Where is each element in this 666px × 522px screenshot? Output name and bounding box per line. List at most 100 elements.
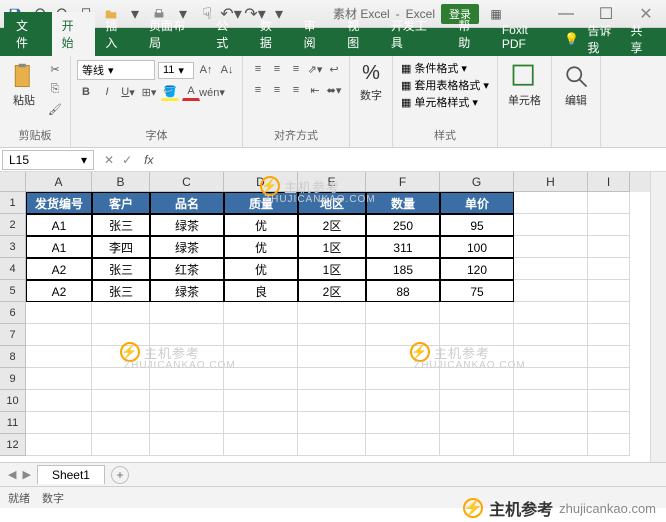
cell[interactable]: 绿茶 [150, 214, 224, 236]
name-box[interactable]: L15▾ [2, 150, 94, 170]
number-format-button[interactable]: % 数字 [356, 60, 386, 105]
cell[interactable]: A2 [26, 280, 92, 302]
cell[interactable] [26, 434, 92, 456]
cell[interactable] [514, 258, 588, 280]
cell[interactable] [26, 412, 92, 434]
cell[interactable] [588, 412, 630, 434]
tab-foxit[interactable]: Foxit PDF [492, 18, 565, 56]
cell[interactable] [514, 390, 588, 412]
cell[interactable] [92, 302, 150, 324]
cell[interactable] [588, 368, 630, 390]
cell[interactable]: 良 [224, 280, 298, 302]
paste-button[interactable]: 粘贴 [6, 60, 42, 110]
cell[interactable] [440, 412, 514, 434]
row-header[interactable]: 11 [0, 412, 26, 434]
cell[interactable] [150, 434, 224, 456]
cell[interactable]: 数量 [366, 192, 440, 214]
cell[interactable]: 地区 [298, 192, 366, 214]
cell[interactable] [514, 368, 588, 390]
cell[interactable]: 120 [440, 258, 514, 280]
editing-button[interactable]: 编辑 [558, 60, 594, 110]
cell[interactable] [440, 346, 514, 368]
cell[interactable] [588, 258, 630, 280]
confirm-formula-icon[interactable]: ✓ [122, 153, 132, 167]
cell[interactable] [514, 324, 588, 346]
cell[interactable]: 1区 [298, 236, 366, 258]
cell[interactable] [588, 346, 630, 368]
cell[interactable] [440, 302, 514, 324]
cell[interactable]: A2 [26, 258, 92, 280]
tell-me[interactable]: 告诉我 [587, 22, 622, 56]
cell[interactable]: 100 [440, 236, 514, 258]
cell[interactable] [92, 390, 150, 412]
conditional-format-button[interactable]: ▦条件格式▾ [399, 60, 491, 76]
cell[interactable]: A1 [26, 236, 92, 258]
cell[interactable]: 发货编号 [26, 192, 92, 214]
sheet-nav-prev-icon[interactable]: ◀ [8, 468, 16, 481]
cell[interactable] [366, 412, 440, 434]
cell[interactable] [298, 302, 366, 324]
row-header[interactable]: 12 [0, 434, 26, 456]
cell[interactable] [440, 390, 514, 412]
cell[interactable]: 张三 [92, 258, 150, 280]
cell[interactable] [26, 390, 92, 412]
cell[interactable]: 单价 [440, 192, 514, 214]
fx-icon[interactable]: fx [140, 153, 157, 167]
tab-view[interactable]: 视图 [337, 12, 381, 56]
cell[interactable] [224, 368, 298, 390]
tab-home[interactable]: 开始 [52, 12, 96, 56]
cell[interactable]: 绿茶 [150, 236, 224, 258]
bold-icon[interactable]: B [77, 83, 95, 101]
cell[interactable] [366, 302, 440, 324]
cells-button[interactable]: 单元格 [504, 60, 545, 110]
underline-icon[interactable]: U▾ [119, 83, 137, 101]
cell[interactable] [224, 346, 298, 368]
cell[interactable] [298, 324, 366, 346]
spreadsheet-grid[interactable]: ABCDEFGHI 1发货编号客户品名质量地区数量单价2A1张三绿茶优2区250… [0, 172, 666, 462]
grow-font-icon[interactable]: A↑ [197, 61, 215, 79]
cell[interactable] [298, 412, 366, 434]
cancel-formula-icon[interactable]: ✕ [104, 153, 114, 167]
row-header[interactable]: 5 [0, 280, 26, 302]
align-mid-icon[interactable]: ≡ [268, 60, 286, 78]
row-header[interactable]: 3 [0, 236, 26, 258]
select-all-corner[interactable] [0, 172, 26, 192]
fill-color-icon[interactable]: 🪣 [161, 83, 179, 101]
tab-insert[interactable]: 插入 [95, 12, 139, 56]
cell[interactable] [366, 368, 440, 390]
cell[interactable] [224, 324, 298, 346]
col-header[interactable]: I [588, 172, 630, 192]
cell[interactable]: 优 [224, 236, 298, 258]
row-header[interactable]: 9 [0, 368, 26, 390]
cell[interactable] [440, 324, 514, 346]
cell[interactable]: 品名 [150, 192, 224, 214]
cell[interactable] [150, 368, 224, 390]
tab-formula[interactable]: 公式 [206, 12, 250, 56]
align-top-icon[interactable]: ≡ [249, 60, 267, 78]
italic-icon[interactable]: I [98, 83, 116, 101]
cell[interactable] [588, 302, 630, 324]
cell[interactable] [298, 390, 366, 412]
cell[interactable] [26, 346, 92, 368]
tab-review[interactable]: 审阅 [294, 12, 338, 56]
cell[interactable] [224, 302, 298, 324]
vertical-scrollbar[interactable] [650, 172, 666, 462]
merge-icon[interactable]: ⬌▾ [325, 81, 343, 99]
col-header[interactable]: D [224, 172, 298, 192]
cell[interactable]: 250 [366, 214, 440, 236]
cell[interactable] [514, 412, 588, 434]
cut-icon[interactable]: ✂ [46, 60, 64, 78]
cell[interactable]: 2区 [298, 280, 366, 302]
row-header[interactable]: 2 [0, 214, 26, 236]
cell[interactable] [588, 236, 630, 258]
cell[interactable]: 客户 [92, 192, 150, 214]
cell[interactable] [150, 346, 224, 368]
row-header[interactable]: 1 [0, 192, 26, 214]
cell[interactable] [92, 434, 150, 456]
cell[interactable] [514, 214, 588, 236]
cell[interactable] [440, 368, 514, 390]
cell[interactable]: 李四 [92, 236, 150, 258]
col-header[interactable]: F [366, 172, 440, 192]
tab-layout[interactable]: 页面布局 [139, 12, 206, 56]
col-header[interactable]: H [514, 172, 588, 192]
